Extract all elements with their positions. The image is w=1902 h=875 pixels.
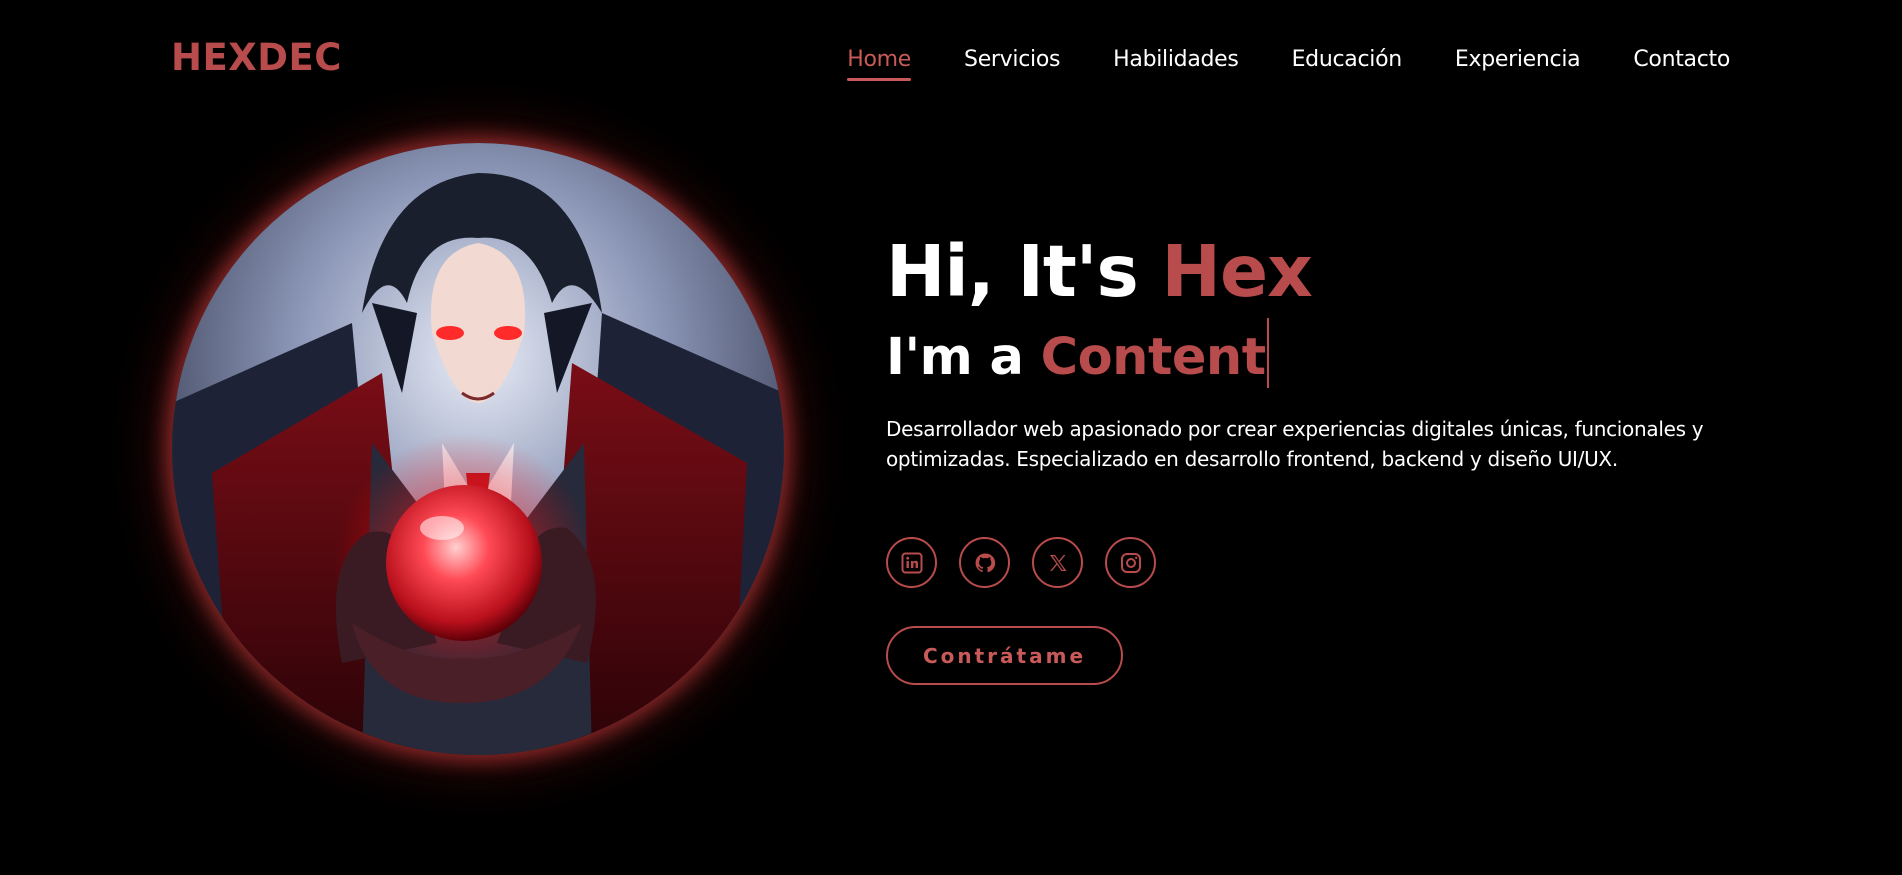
nav-habilidades[interactable]: Habilidades <box>1113 44 1239 76</box>
nav-home[interactable]: Home <box>847 44 911 81</box>
avatar-illustration <box>172 143 784 755</box>
greeting-name: Hex <box>1161 230 1313 313</box>
github-icon <box>975 552 995 572</box>
social-links <box>886 537 1766 588</box>
hero-greeting: Hi, It's Hex <box>886 228 1766 316</box>
x-link[interactable] <box>1032 537 1083 588</box>
site-logo[interactable]: HEXDEC <box>171 34 342 82</box>
greeting-prefix: Hi, It's <box>886 230 1162 313</box>
role-typed: Content <box>1040 328 1266 387</box>
nav-experiencia[interactable]: Experiencia <box>1455 44 1581 76</box>
x-icon <box>1049 554 1066 571</box>
main-nav: Home Servicios Habilidades Educación Exp… <box>847 44 1730 81</box>
hero-role: I'm a Content <box>886 318 1766 394</box>
nav-servicios[interactable]: Servicios <box>964 44 1060 76</box>
nav-educacion[interactable]: Educación <box>1292 44 1403 76</box>
linkedin-link[interactable] <box>886 537 937 588</box>
hero: Hi, It's Hex I'm a Content Desarrollador… <box>886 228 1766 685</box>
page: HEXDEC Home Servicios Habilidades Educac… <box>0 0 1902 875</box>
linkedin-icon <box>901 552 922 573</box>
role-prefix: I'm a <box>886 328 1041 387</box>
typing-cursor <box>1266 318 1269 388</box>
hero-description: Desarrollador web apasionado por crear e… <box>886 417 1704 471</box>
nav-contacto[interactable]: Contacto <box>1633 44 1730 76</box>
instagram-link[interactable] <box>1105 537 1156 588</box>
instagram-icon <box>1120 552 1141 573</box>
avatar <box>172 143 784 755</box>
hire-me-button[interactable]: Contrátame <box>886 626 1123 685</box>
github-link[interactable] <box>959 537 1010 588</box>
